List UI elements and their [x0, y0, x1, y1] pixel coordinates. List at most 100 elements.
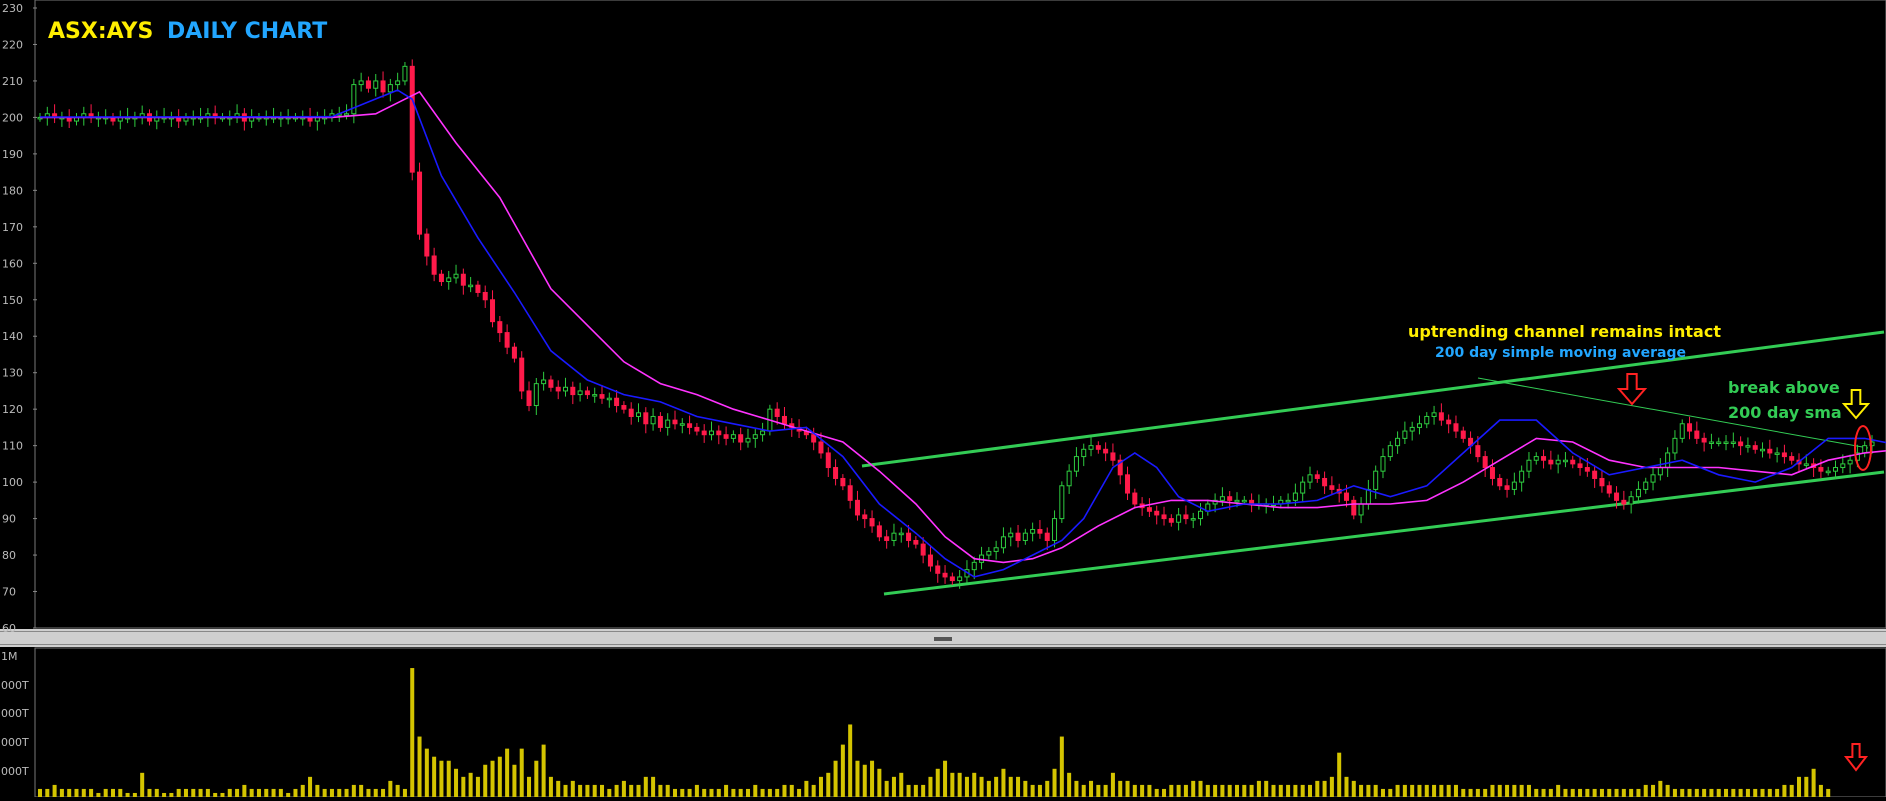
volume-bar	[125, 792, 130, 797]
volume-bar	[351, 784, 356, 797]
volume-bar	[921, 784, 926, 797]
break-annotation-line1: break above	[1728, 378, 1840, 397]
volume-bar	[1307, 784, 1312, 797]
price-candle	[314, 111, 320, 131]
price-tick-label: 200	[2, 111, 23, 124]
volume-bar	[1760, 788, 1765, 797]
volume-bar	[943, 760, 948, 797]
volume-bar	[169, 792, 174, 797]
price-tick-label: 230	[2, 2, 23, 15]
volume-bar	[395, 784, 400, 797]
price-candle	[942, 565, 948, 584]
volume-bar	[59, 788, 64, 797]
volume-bar	[1483, 788, 1488, 797]
volume-bar	[1023, 780, 1028, 797]
price-candle	[1577, 456, 1583, 476]
price-candle	[1745, 437, 1751, 453]
price-candle	[1176, 508, 1182, 531]
price-candle	[176, 109, 182, 128]
volume-bar	[1059, 736, 1064, 797]
price-candle	[752, 429, 758, 448]
price-candle	[679, 418, 685, 434]
price-candle	[183, 113, 189, 126]
volume-bar	[760, 788, 765, 797]
price-candle	[1256, 494, 1262, 510]
volume-tick-label: 000T	[1, 765, 29, 778]
price-candle	[694, 423, 700, 436]
price-candle	[387, 78, 393, 102]
splitter-grip-icon[interactable]	[934, 637, 952, 641]
volume-bar	[1359, 784, 1364, 797]
volume-bar	[402, 788, 407, 797]
volume-bar	[1089, 780, 1094, 797]
price-candle	[490, 290, 496, 328]
price-tick-label: 160	[2, 257, 23, 270]
volume-bar	[1037, 784, 1042, 797]
price-candle	[1789, 452, 1795, 465]
price-candle	[1687, 416, 1693, 440]
volume-bar	[1016, 776, 1021, 797]
volume-bar	[45, 788, 50, 797]
price-candle	[1752, 441, 1758, 454]
ticker-label: ASX:AYS	[48, 19, 153, 44]
price-candle	[1519, 465, 1525, 492]
volume-axis: 1M 000T 000T 000T 000T	[1, 650, 29, 778]
volume-bar	[775, 788, 780, 797]
price-candle	[1125, 466, 1131, 500]
price-candle	[1424, 412, 1430, 429]
volume-bar	[1651, 784, 1656, 797]
price-candle	[657, 412, 663, 432]
volume-bar	[1702, 788, 1707, 797]
price-candle	[1300, 476, 1306, 503]
price-candle	[1103, 442, 1109, 462]
volume-bar	[446, 760, 451, 797]
price-candle	[1730, 432, 1736, 448]
price-candle	[1168, 514, 1174, 527]
volume-bar	[1256, 780, 1261, 797]
volume-bar	[534, 760, 539, 797]
volume-bar	[271, 788, 276, 797]
volume-bar	[731, 788, 736, 797]
price-candle	[1088, 437, 1094, 457]
price-candle	[1657, 458, 1663, 481]
volume-bar	[1570, 788, 1575, 797]
price-candle	[1110, 443, 1116, 466]
price-candle	[1329, 476, 1335, 496]
volume-bar	[767, 788, 772, 797]
trend-channel	[861, 330, 1885, 596]
price-candle	[1022, 528, 1028, 545]
price-candle	[1402, 421, 1408, 445]
price-candle	[1643, 477, 1649, 494]
price-candle	[1694, 421, 1700, 445]
price-candle	[125, 107, 131, 124]
volume-bar	[410, 668, 415, 797]
price-candle	[168, 111, 174, 127]
price-candle	[570, 381, 576, 405]
volume-bar	[344, 788, 349, 797]
volume-bar	[928, 776, 933, 797]
volume-bar	[1636, 788, 1641, 797]
volume-bar	[1388, 788, 1393, 797]
volume-bar	[1351, 780, 1356, 797]
volume-bar	[877, 768, 882, 797]
volume-bar	[570, 780, 575, 797]
volume-bar	[337, 788, 342, 797]
volume-bar	[709, 788, 714, 797]
price-candle	[935, 560, 941, 583]
price-candle	[241, 108, 247, 131]
volume-bar	[1716, 788, 1721, 797]
price-candle	[672, 410, 678, 430]
price-candle	[1000, 527, 1006, 554]
volume-bar	[1213, 784, 1218, 797]
volume-arrow-icon	[1843, 743, 1869, 772]
volume-bar	[964, 776, 969, 797]
volume-bar	[1052, 768, 1057, 797]
volume-bar	[1592, 788, 1597, 797]
price-candle	[1541, 449, 1547, 469]
volume-bar	[1585, 788, 1590, 797]
volume-tick-label: 000T	[1, 679, 29, 692]
price-candle	[1548, 450, 1554, 470]
volume-bar	[1147, 784, 1152, 797]
price-candle	[1570, 455, 1576, 469]
price-candle	[687, 415, 693, 435]
